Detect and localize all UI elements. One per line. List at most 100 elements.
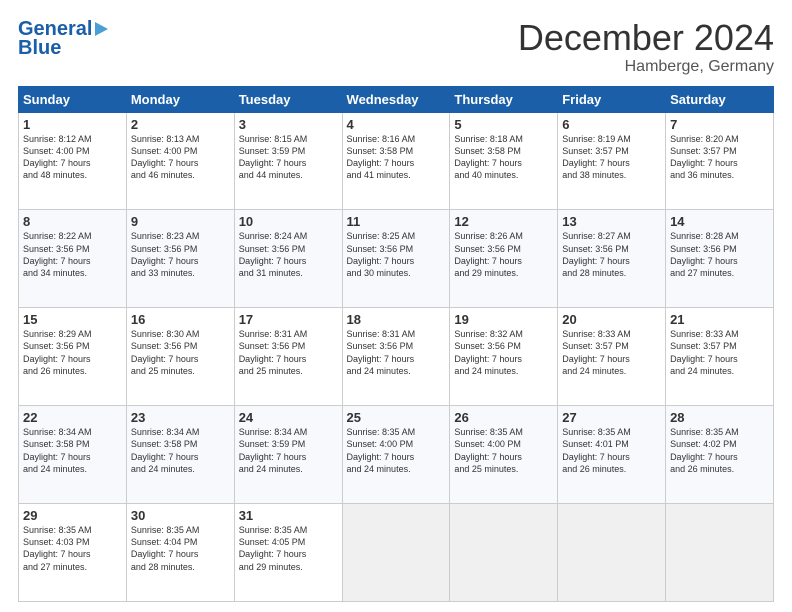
calendar-row: 22Sunrise: 8:34 AMSunset: 3:58 PMDayligh… — [19, 406, 774, 504]
table-row: 31Sunrise: 8:35 AMSunset: 4:05 PMDayligh… — [234, 504, 342, 602]
day-number: 21 — [670, 312, 769, 327]
day-detail: Sunrise: 8:35 AMSunset: 4:00 PMDaylight:… — [347, 426, 446, 475]
header: General Blue December 2024 Hamberge, Ger… — [18, 18, 774, 76]
table-row: 2Sunrise: 8:13 AMSunset: 4:00 PMDaylight… — [126, 112, 234, 210]
day-detail: Sunrise: 8:35 AMSunset: 4:05 PMDaylight:… — [239, 524, 338, 573]
calendar-row: 1Sunrise: 8:12 AMSunset: 4:00 PMDaylight… — [19, 112, 774, 210]
day-number: 30 — [131, 508, 230, 523]
day-number: 27 — [562, 410, 661, 425]
table-row: 19Sunrise: 8:32 AMSunset: 3:56 PMDayligh… — [450, 308, 558, 406]
day-number: 6 — [562, 117, 661, 132]
calendar-row: 29Sunrise: 8:35 AMSunset: 4:03 PMDayligh… — [19, 504, 774, 602]
day-number: 17 — [239, 312, 338, 327]
day-number: 31 — [239, 508, 338, 523]
day-detail: Sunrise: 8:34 AMSunset: 3:59 PMDaylight:… — [239, 426, 338, 475]
calendar-row: 8Sunrise: 8:22 AMSunset: 3:56 PMDaylight… — [19, 210, 774, 308]
day-number: 1 — [23, 117, 122, 132]
day-number: 14 — [670, 214, 769, 229]
day-detail: Sunrise: 8:35 AMSunset: 4:02 PMDaylight:… — [670, 426, 769, 475]
day-detail: Sunrise: 8:16 AMSunset: 3:58 PMDaylight:… — [347, 133, 446, 182]
col-sunday: Sunday — [19, 86, 127, 112]
day-number: 28 — [670, 410, 769, 425]
table-row: 7Sunrise: 8:20 AMSunset: 3:57 PMDaylight… — [666, 112, 774, 210]
logo: General Blue — [18, 18, 108, 60]
day-detail: Sunrise: 8:23 AMSunset: 3:56 PMDaylight:… — [131, 230, 230, 279]
col-friday: Friday — [558, 86, 666, 112]
day-detail: Sunrise: 8:22 AMSunset: 3:56 PMDaylight:… — [23, 230, 122, 279]
day-number: 25 — [347, 410, 446, 425]
day-number: 2 — [131, 117, 230, 132]
table-row: 25Sunrise: 8:35 AMSunset: 4:00 PMDayligh… — [342, 406, 450, 504]
calendar-table: Sunday Monday Tuesday Wednesday Thursday… — [18, 86, 774, 602]
table-row: 16Sunrise: 8:30 AMSunset: 3:56 PMDayligh… — [126, 308, 234, 406]
day-number: 4 — [347, 117, 446, 132]
table-row: 10Sunrise: 8:24 AMSunset: 3:56 PMDayligh… — [234, 210, 342, 308]
day-number: 12 — [454, 214, 553, 229]
table-row: 9Sunrise: 8:23 AMSunset: 3:56 PMDaylight… — [126, 210, 234, 308]
table-row: 1Sunrise: 8:12 AMSunset: 4:00 PMDaylight… — [19, 112, 127, 210]
day-detail: Sunrise: 8:26 AMSunset: 3:56 PMDaylight:… — [454, 230, 553, 279]
table-row: 28Sunrise: 8:35 AMSunset: 4:02 PMDayligh… — [666, 406, 774, 504]
day-detail: Sunrise: 8:31 AMSunset: 3:56 PMDaylight:… — [239, 328, 338, 377]
day-number: 10 — [239, 214, 338, 229]
table-row: 20Sunrise: 8:33 AMSunset: 3:57 PMDayligh… — [558, 308, 666, 406]
day-detail: Sunrise: 8:12 AMSunset: 4:00 PMDaylight:… — [23, 133, 122, 182]
table-row: 4Sunrise: 8:16 AMSunset: 3:58 PMDaylight… — [342, 112, 450, 210]
table-row — [450, 504, 558, 602]
day-detail: Sunrise: 8:35 AMSunset: 4:01 PMDaylight:… — [562, 426, 661, 475]
day-detail: Sunrise: 8:24 AMSunset: 3:56 PMDaylight:… — [239, 230, 338, 279]
table-row: 29Sunrise: 8:35 AMSunset: 4:03 PMDayligh… — [19, 504, 127, 602]
table-row: 26Sunrise: 8:35 AMSunset: 4:00 PMDayligh… — [450, 406, 558, 504]
day-number: 20 — [562, 312, 661, 327]
day-detail: Sunrise: 8:27 AMSunset: 3:56 PMDaylight:… — [562, 230, 661, 279]
table-row — [342, 504, 450, 602]
day-detail: Sunrise: 8:30 AMSunset: 3:56 PMDaylight:… — [131, 328, 230, 377]
day-number: 9 — [131, 214, 230, 229]
title-block: December 2024 Hamberge, Germany — [518, 18, 774, 76]
logo-blue: Blue — [18, 37, 61, 60]
table-row: 27Sunrise: 8:35 AMSunset: 4:01 PMDayligh… — [558, 406, 666, 504]
day-number: 16 — [131, 312, 230, 327]
table-row: 21Sunrise: 8:33 AMSunset: 3:57 PMDayligh… — [666, 308, 774, 406]
table-row: 14Sunrise: 8:28 AMSunset: 3:56 PMDayligh… — [666, 210, 774, 308]
page: General Blue December 2024 Hamberge, Ger… — [0, 0, 792, 612]
day-number: 13 — [562, 214, 661, 229]
day-number: 26 — [454, 410, 553, 425]
calendar-subtitle: Hamberge, Germany — [518, 58, 774, 76]
day-detail: Sunrise: 8:34 AMSunset: 3:58 PMDaylight:… — [131, 426, 230, 475]
table-row: 22Sunrise: 8:34 AMSunset: 3:58 PMDayligh… — [19, 406, 127, 504]
calendar-row: 15Sunrise: 8:29 AMSunset: 3:56 PMDayligh… — [19, 308, 774, 406]
table-row: 12Sunrise: 8:26 AMSunset: 3:56 PMDayligh… — [450, 210, 558, 308]
day-number: 5 — [454, 117, 553, 132]
table-row — [558, 504, 666, 602]
day-detail: Sunrise: 8:33 AMSunset: 3:57 PMDaylight:… — [670, 328, 769, 377]
table-row: 30Sunrise: 8:35 AMSunset: 4:04 PMDayligh… — [126, 504, 234, 602]
day-detail: Sunrise: 8:13 AMSunset: 4:00 PMDaylight:… — [131, 133, 230, 182]
col-tuesday: Tuesday — [234, 86, 342, 112]
day-detail: Sunrise: 8:35 AMSunset: 4:04 PMDaylight:… — [131, 524, 230, 573]
day-number: 22 — [23, 410, 122, 425]
col-monday: Monday — [126, 86, 234, 112]
table-row: 18Sunrise: 8:31 AMSunset: 3:56 PMDayligh… — [342, 308, 450, 406]
logo-arrow-icon — [95, 22, 108, 36]
table-row: 11Sunrise: 8:25 AMSunset: 3:56 PMDayligh… — [342, 210, 450, 308]
table-row: 8Sunrise: 8:22 AMSunset: 3:56 PMDaylight… — [19, 210, 127, 308]
day-detail: Sunrise: 8:15 AMSunset: 3:59 PMDaylight:… — [239, 133, 338, 182]
day-detail: Sunrise: 8:35 AMSunset: 4:00 PMDaylight:… — [454, 426, 553, 475]
day-detail: Sunrise: 8:19 AMSunset: 3:57 PMDaylight:… — [562, 133, 661, 182]
day-detail: Sunrise: 8:33 AMSunset: 3:57 PMDaylight:… — [562, 328, 661, 377]
day-detail: Sunrise: 8:32 AMSunset: 3:56 PMDaylight:… — [454, 328, 553, 377]
day-detail: Sunrise: 8:20 AMSunset: 3:57 PMDaylight:… — [670, 133, 769, 182]
table-row: 15Sunrise: 8:29 AMSunset: 3:56 PMDayligh… — [19, 308, 127, 406]
day-detail: Sunrise: 8:29 AMSunset: 3:56 PMDaylight:… — [23, 328, 122, 377]
day-number: 29 — [23, 508, 122, 523]
day-detail: Sunrise: 8:25 AMSunset: 3:56 PMDaylight:… — [347, 230, 446, 279]
col-thursday: Thursday — [450, 86, 558, 112]
day-number: 7 — [670, 117, 769, 132]
day-detail: Sunrise: 8:31 AMSunset: 3:56 PMDaylight:… — [347, 328, 446, 377]
col-wednesday: Wednesday — [342, 86, 450, 112]
table-row: 17Sunrise: 8:31 AMSunset: 3:56 PMDayligh… — [234, 308, 342, 406]
day-number: 23 — [131, 410, 230, 425]
day-number: 3 — [239, 117, 338, 132]
day-detail: Sunrise: 8:34 AMSunset: 3:58 PMDaylight:… — [23, 426, 122, 475]
